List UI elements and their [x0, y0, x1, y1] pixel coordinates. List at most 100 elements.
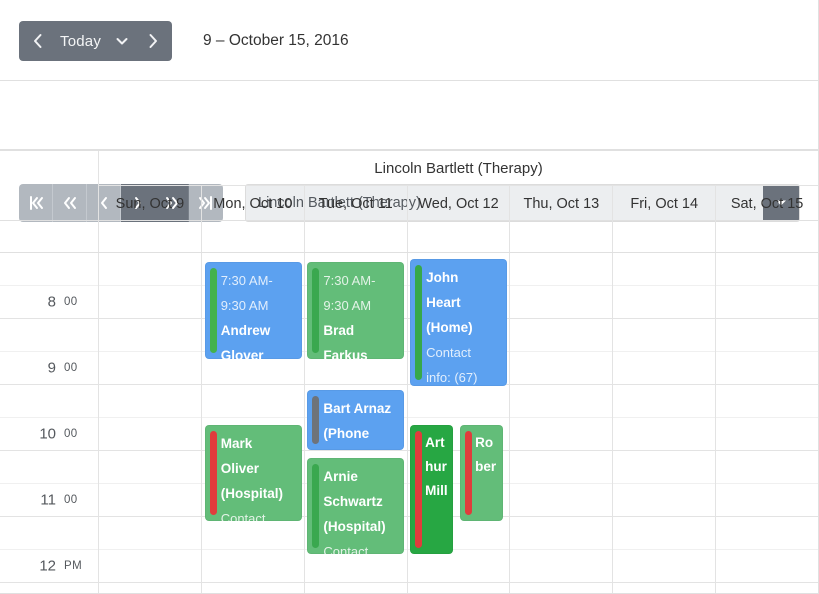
event-subject: John	[426, 270, 459, 285]
event-status-stripe	[415, 431, 423, 548]
event-subject: Mark	[220, 436, 253, 451]
event-subject: Bart Arnaz	[323, 401, 392, 416]
time-hour-label: 11	[40, 491, 56, 509]
event-subject: Arthur Mill	[425, 435, 448, 498]
time-minute-label: PM	[64, 560, 83, 572]
event-subject-line3: (Hospital)	[220, 486, 283, 501]
event-andrew-glover[interactable]: 7:30 AM- 9:30 AM Andrew Glover	[204, 262, 302, 359]
day-header-5: Fri, Oct 14	[613, 186, 717, 221]
time-slot-3: 9 00	[0, 352, 98, 385]
time-slot-6	[0, 451, 98, 484]
event-subject-line2: (Phone	[323, 426, 370, 441]
event-subject-line3: (Home)	[426, 320, 473, 335]
time-hour-label: 12	[39, 557, 56, 575]
all-day-cells	[99, 221, 818, 252]
event-contact: Contact	[323, 544, 369, 554]
event-status-stripe	[209, 431, 217, 515]
event-brad-farkus[interactable]: 7:30 AM- 9:30 AM Brad Farkus	[307, 262, 405, 359]
scheduler-grid: 7:30 AM- 9:30 AM Andrew Glover 7:30 AM- 9:30 …	[99, 253, 818, 593]
all-day-cell-3[interactable]	[408, 221, 511, 252]
chevron-down-icon	[116, 38, 128, 45]
time-slot-4	[0, 385, 98, 418]
time-hour-label: 8	[47, 293, 56, 311]
event-status-stripe	[415, 265, 423, 380]
all-day-cell-2[interactable]	[305, 221, 408, 252]
time-slot-9: 12 PM	[0, 550, 98, 583]
event-status-stripe	[312, 396, 320, 444]
event-status-stripe	[209, 268, 217, 353]
time-slot-10	[0, 583, 98, 593]
time-slot-7: 11 00	[0, 484, 98, 517]
event-subject: Arnie	[323, 469, 358, 484]
time-slot-2	[0, 319, 98, 352]
day-header-2: Tue, Oct 11	[305, 186, 408, 221]
event-time-end: 9:30 AM	[220, 298, 269, 313]
all-day-cell-6[interactable]	[716, 221, 818, 252]
time-hour-label: 10	[39, 425, 56, 443]
grid-row-8[interactable]	[99, 517, 818, 550]
event-rober[interactable]: Rober	[460, 425, 504, 521]
event-contact: Contact	[426, 345, 471, 360]
date-range-label: 9 – October 15, 2016	[203, 31, 349, 49]
time-minute-label: 00	[64, 362, 78, 374]
today-button[interactable]: Today	[56, 21, 135, 61]
date-navigator: Today	[19, 21, 173, 61]
event-time-start: 7:30 AM-	[323, 273, 376, 288]
event-status-stripe	[312, 464, 320, 548]
event-subject-line2: Glover	[220, 348, 264, 359]
grid-row-10[interactable]	[99, 583, 818, 593]
event-subject-line2: Schwartz	[323, 494, 383, 509]
event-time-start: 7:30 AM-	[220, 273, 273, 288]
event-status-stripe	[465, 431, 473, 515]
event-status-stripe	[312, 268, 320, 353]
scheduler-app: Today 9 – October 15, 2016 Lincoln Bartl…	[0, 0, 819, 594]
day-header-row: Sun, Oct 9 Mon, Oct 10 Tue, Oct 11 Wed, Oct…	[99, 186, 818, 221]
event-subject-line2: Heart	[426, 295, 461, 310]
time-gutter-header	[0, 151, 99, 221]
grid-row-4[interactable]	[99, 385, 818, 418]
event-arnie-schwartz[interactable]: Arnie Schwartz (Hospital) Contact	[307, 458, 405, 554]
day-header-4: Thu, Oct 13	[510, 186, 614, 221]
time-slot-1: 8 00	[0, 286, 98, 319]
scheduler-body: 8 00 9 00 10 00 11 00 12 PM 7:30 AM- 9:30 AM Andrew…	[0, 253, 818, 593]
all-day-cell-1[interactable]	[202, 221, 305, 252]
time-minute-label: 00	[64, 296, 78, 308]
event-time-end: 9:30 AM	[323, 298, 372, 313]
event-contact: Contact	[220, 511, 266, 521]
previous-date-button[interactable]	[19, 21, 56, 61]
next-date-button[interactable]	[135, 21, 172, 61]
pager-row: Lincoln Bartlett (Therapy)	[0, 81, 818, 222]
day-header-1: Mon, Oct 10	[202, 186, 305, 221]
event-subject-line2: Oliver	[220, 461, 259, 476]
time-slot-5: 10 00	[0, 418, 98, 451]
time-slot-8	[0, 517, 98, 550]
event-subject: Rober	[475, 435, 497, 474]
event-arthur-mill[interactable]: Arthur Mill	[410, 425, 454, 554]
event-bart-arnaz[interactable]: Bart Arnaz (Phone	[307, 390, 405, 450]
scheduler: Lincoln Bartlett (Therapy) Sun, Oct 9 Mon…	[0, 150, 818, 593]
event-subject: Brad	[323, 323, 355, 338]
day-header-6: Sat, Oct 15	[730, 195, 804, 212]
all-day-cell-5[interactable]	[613, 221, 717, 252]
time-slot-0	[0, 253, 98, 286]
grid-row-9[interactable]	[99, 550, 818, 583]
day-header-3: Wed, Oct 12	[408, 186, 511, 221]
resource-header-title: Lincoln Bartlett (Therapy)	[99, 151, 818, 186]
time-minute-label: 00	[64, 428, 78, 440]
event-subject-line2: Farkus	[323, 348, 368, 359]
all-day-gutter	[0, 221, 99, 252]
all-day-cell-0[interactable]	[99, 221, 202, 252]
event-subject-line3: (Hospital)	[323, 519, 386, 534]
all-day-panel	[0, 221, 818, 253]
event-john-heart[interactable]: John Heart (Home) Contact info: (67)	[410, 259, 508, 386]
event-mark-oliver[interactable]: Mark Oliver (Hospital) Contact	[204, 425, 302, 521]
today-label: Today	[60, 32, 102, 50]
all-day-cell-4[interactable]	[510, 221, 614, 252]
event-subject: Andrew	[220, 323, 271, 338]
event-contact-line2: info: (67)	[426, 370, 478, 385]
time-gutter: 8 00 9 00 10 00 11 00 12 PM	[0, 253, 99, 593]
scheduler-header: Lincoln Bartlett (Therapy) Sun, Oct 9 Mon…	[0, 151, 818, 221]
day-header-0: Sun, Oct 9	[99, 186, 202, 221]
top-toolbar: Today 9 – October 15, 2016	[0, 0, 818, 81]
time-minute-label: 00	[64, 494, 78, 506]
